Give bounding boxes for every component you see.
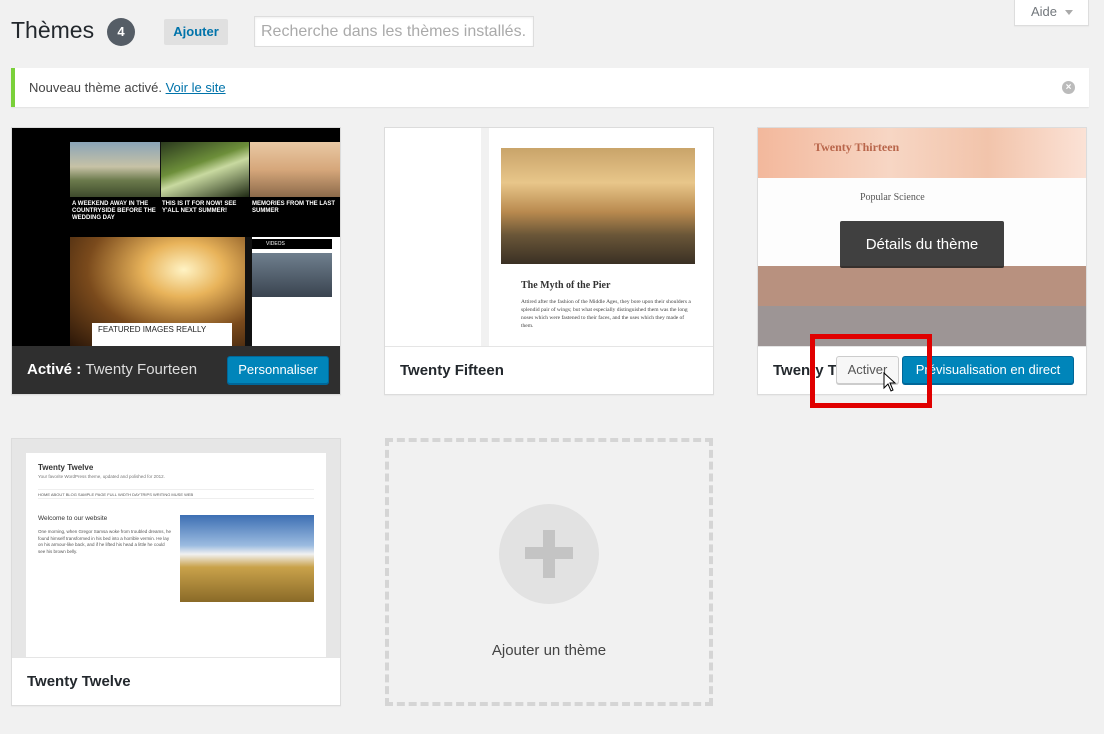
screenshot-article-title: The Myth of the Pier	[521, 280, 611, 291]
theme-screenshot: Twenty Thirteen Popular Science Détails …	[758, 128, 1086, 346]
screenshot-site-title: Twenty Thirteen	[814, 140, 900, 154]
theme-activated-notice: Nouveau thème activé. Voir le site ×	[11, 68, 1089, 107]
mouse-cursor-icon	[883, 372, 897, 392]
screenshot-widget-header: VIDEOS	[252, 239, 332, 249]
screenshot-text: One morning, when Gregor Samsa woke from…	[38, 529, 172, 554]
screenshot-nav: HOME ABOUT BLOG SAMPLE PAGE FULL WIDTH D…	[38, 489, 314, 499]
plus-icon	[499, 504, 599, 604]
add-new-theme-card[interactable]: Ajouter un thème	[385, 438, 713, 706]
screenshot-caption: THIS IS IT FOR NOW! SEE Y'ALL NEXT SUMME…	[162, 201, 237, 214]
screenshot-caption: A WEEKEND AWAY IN THE COUNTRYSIDE BEFORE…	[72, 201, 156, 221]
theme-name: Twenty Fourteen	[85, 361, 198, 378]
live-preview-button[interactable]: Prévisualisation en direct	[902, 356, 1074, 384]
add-theme-button[interactable]: Ajouter	[164, 19, 228, 45]
theme-card-twenty-fourteen[interactable]: A WEEKEND AWAY IN THE COUNTRYSIDE BEFORE…	[11, 127, 341, 395]
theme-card-twenty-thirteen[interactable]: Twenty Thirteen Popular Science Détails …	[757, 127, 1087, 395]
help-label: Aide	[1031, 4, 1058, 19]
screenshot-post-title: Popular Science	[860, 192, 925, 203]
screenshot-tagline: Your favorite WordPress theme, updated a…	[38, 474, 165, 479]
add-new-theme-label: Ajouter un thème	[491, 642, 607, 659]
active-prefix: Activé :	[27, 361, 82, 378]
theme-name: Twenty Twelve	[12, 657, 340, 705]
view-site-link[interactable]: Voir le site	[166, 80, 226, 95]
theme-name: Twenty Fifteen	[385, 346, 713, 394]
screenshot-site-title: Twenty Twelve	[38, 463, 94, 472]
theme-screenshot: A WEEKEND AWAY IN THE COUNTRYSIDE BEFORE…	[12, 128, 340, 346]
search-input[interactable]	[254, 16, 534, 47]
notice-text: Nouveau thème activé.	[29, 80, 162, 95]
screenshot-article-text: Attired after the fashion of the Middle …	[521, 299, 691, 329]
theme-screenshot: The Myth of the Pier Attired after the f…	[385, 128, 713, 346]
screenshot-caption: MEMORIES FROM THE LAST SUMMER	[252, 201, 335, 214]
theme-screenshot: Twenty Twelve Your favorite WordPress th…	[12, 439, 340, 657]
theme-details-button[interactable]: Détails du thème	[840, 221, 1004, 268]
theme-card-twenty-fifteen[interactable]: The Myth of the Pier Attired after the f…	[384, 127, 714, 395]
screenshot-feature-label: FEATURED IMAGES REALLY	[92, 323, 232, 346]
page-title: Thèmes	[11, 17, 95, 43]
dismiss-icon[interactable]: ×	[1062, 81, 1075, 94]
customize-button[interactable]: Personnaliser	[227, 356, 329, 384]
screenshot-welcome: Welcome to our website	[38, 515, 108, 522]
help-tab[interactable]: Aide	[1014, 0, 1089, 26]
caret-down-icon	[1065, 10, 1074, 16]
theme-count-badge: 4	[107, 18, 135, 46]
theme-card-twenty-twelve[interactable]: Twenty Twelve Your favorite WordPress th…	[11, 438, 341, 706]
